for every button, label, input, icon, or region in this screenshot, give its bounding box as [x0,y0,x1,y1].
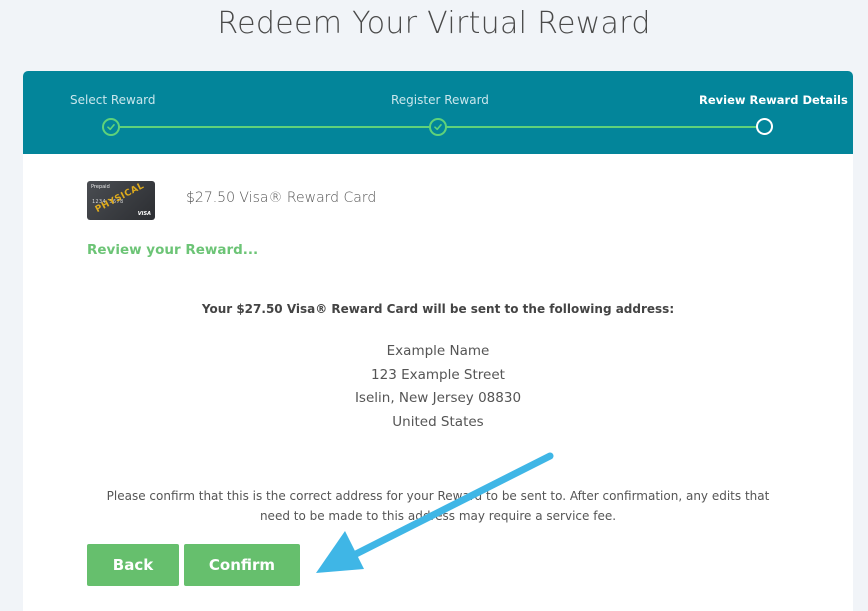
progress-stepper: Select Reward Register Reward Review Rew… [23,71,853,154]
open-circle-icon [756,118,773,135]
address-city-state-zip: Iselin, New Jersey 08830 [354,390,522,406]
check-circle-icon [429,118,447,136]
back-button[interactable]: Back [87,544,179,586]
page-title: Redeem Your Virtual Reward [217,6,651,41]
confirm-note-line-1: Please confirm that this is the correct … [106,489,770,503]
reward-panel: Select Reward Register Reward Review Rew… [23,71,853,611]
address-intro: Your $27.50 Visa® Reward Card will be se… [201,302,675,316]
step-connector-1 [111,126,438,128]
step-label-register-reward: Register Reward [391,93,489,107]
confirm-button[interactable]: Confirm [184,544,300,586]
address-street: 123 Example Street [371,366,505,383]
shipping-address: Example Name 123 Example Street Iselin, … [23,340,853,434]
review-heading: Review your Reward... [87,242,259,258]
address-country: United States [392,413,484,430]
check-circle-icon [102,118,120,136]
confirm-note-line-2: need to be made to this address may requ… [259,509,617,523]
reward-name: $27.50 Visa® Reward Card [186,190,377,206]
reward-card-image: Prepaid 1234 5678 VISA PHYSICAL [87,181,155,220]
confirm-note: Please confirm that this is the correct … [83,486,793,526]
step-label-select-reward: Select Reward [70,93,156,107]
step-connector-2 [439,126,765,128]
address-name: Example Name [386,343,490,359]
step-label-review-reward-details: Review Reward Details [699,93,848,107]
